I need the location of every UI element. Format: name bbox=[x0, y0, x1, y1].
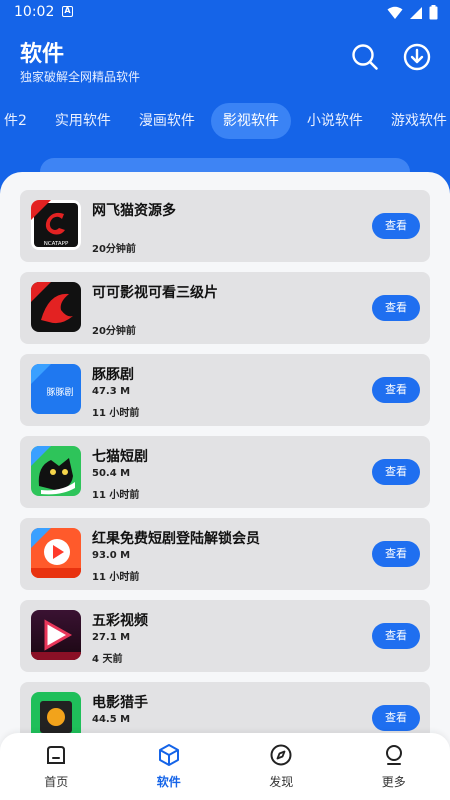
content-sheet: NCATAPP 网飞猫资源多 20分钟前 查看 可可影视可看三级片 20分钟前 查看 豚豚剧豚… bbox=[0, 172, 450, 800]
nav-label: 发现 bbox=[269, 775, 294, 789]
page-title: 软件 bbox=[20, 42, 65, 67]
app-updated-time: 20分钟前 bbox=[92, 326, 136, 337]
app-size: 93.0 M bbox=[92, 550, 131, 561]
status-time: 10:02 bbox=[14, 4, 55, 20]
tab-track: 件2实用软件漫画软件影视软件小说软件游戏软件科 bbox=[0, 102, 450, 140]
app-card[interactable]: NCATAPP 网飞猫资源多 20分钟前 查看 bbox=[20, 190, 430, 262]
app-header: 软件 独家破解全网精品软件 bbox=[0, 26, 450, 96]
app-name: 网飞猫资源多 bbox=[92, 203, 176, 219]
signal-icon bbox=[410, 6, 422, 19]
search-button[interactable] bbox=[350, 42, 380, 72]
wucai-app-icon bbox=[31, 610, 81, 660]
bottom-nav: 首页 软件 发现 更多 bbox=[0, 733, 450, 800]
person-icon bbox=[382, 743, 406, 767]
tab-2[interactable]: 漫画软件 bbox=[127, 103, 207, 139]
app-size: 27.1 M bbox=[92, 632, 131, 643]
view-button[interactable]: 查看 bbox=[372, 213, 420, 239]
app-updated-time: 4 天前 bbox=[92, 654, 123, 665]
nav-item-1[interactable]: 软件 bbox=[113, 733, 226, 800]
app-size: 50.4 M bbox=[92, 468, 131, 479]
page-subtitle: 独家破解全网精品软件 bbox=[20, 70, 141, 84]
nav-label: 更多 bbox=[381, 775, 406, 789]
tab-4[interactable]: 小说软件 bbox=[295, 103, 375, 139]
view-button[interactable]: 查看 bbox=[372, 377, 420, 403]
app-updated-time: 11 小时前 bbox=[92, 408, 140, 419]
app-card[interactable]: 豚豚剧 豚豚剧 47.3 M 11 小时前 查看 bbox=[20, 354, 430, 426]
category-tabs: 件2实用软件漫画软件影视软件小说软件游戏软件科 bbox=[0, 102, 450, 140]
app-list: NCATAPP 网飞猫资源多 20分钟前 查看 可可影视可看三级片 20分钟前 查看 豚豚剧豚… bbox=[20, 190, 430, 764]
keke-app-icon bbox=[31, 282, 81, 332]
nav-label: 首页 bbox=[44, 775, 69, 789]
nav-item-2[interactable]: 发现 bbox=[225, 733, 338, 800]
download-icon bbox=[403, 43, 431, 71]
svg-text:NCATAPP: NCATAPP bbox=[44, 241, 69, 247]
app-size: 47.3 M bbox=[92, 386, 131, 397]
app-name: 豚豚剧 bbox=[92, 367, 134, 383]
app-name: 红果免费短剧登陆解锁会员 bbox=[92, 531, 260, 547]
app-name: 五彩视频 bbox=[92, 613, 148, 629]
home-icon bbox=[44, 743, 68, 767]
app-name: 七猫短剧 bbox=[92, 449, 148, 465]
nav-item-0[interactable]: 首页 bbox=[0, 733, 113, 800]
hongguo-app-icon bbox=[31, 528, 81, 578]
tab-5[interactable]: 游戏软件 bbox=[379, 103, 450, 139]
status-bar: 10:02 A bbox=[0, 0, 450, 26]
nav-item-3[interactable]: 更多 bbox=[338, 733, 450, 800]
app-card[interactable]: 七猫短剧 50.4 M 11 小时前 查看 bbox=[20, 436, 430, 508]
app-card[interactable]: 可可影视可看三级片 20分钟前 查看 bbox=[20, 272, 430, 344]
app-name: 可可影视可看三级片 bbox=[92, 285, 218, 301]
view-button[interactable]: 查看 bbox=[372, 623, 420, 649]
tab-1[interactable]: 实用软件 bbox=[43, 103, 123, 139]
system-icons bbox=[387, 5, 438, 20]
svg-text:豚豚剧: 豚豚剧 bbox=[46, 387, 73, 398]
nav-label: 软件 bbox=[156, 775, 181, 789]
ncat-app-icon: NCATAPP bbox=[31, 200, 81, 250]
app-card[interactable]: 红果免费短剧登陆解锁会员 93.0 M 11 小时前 查看 bbox=[20, 518, 430, 590]
battery-icon bbox=[429, 5, 438, 20]
compass-icon bbox=[269, 743, 293, 767]
wifi-icon bbox=[387, 6, 403, 19]
app-name: 电影猎手 bbox=[92, 695, 148, 711]
tab-0[interactable]: 件2 bbox=[0, 103, 39, 139]
app-updated-time: 20分钟前 bbox=[92, 244, 136, 255]
view-button[interactable]: 查看 bbox=[372, 541, 420, 567]
view-button[interactable]: 查看 bbox=[372, 459, 420, 485]
tab-3[interactable]: 影视软件 bbox=[210, 103, 291, 139]
tuntun-app-icon: 豚豚剧 bbox=[31, 364, 81, 414]
view-button[interactable]: 查看 bbox=[372, 705, 420, 731]
qimao-app-icon bbox=[31, 446, 81, 496]
search-icon bbox=[352, 44, 378, 70]
app-size: 44.5 M bbox=[92, 714, 131, 725]
app-updated-time: 11 小时前 bbox=[92, 490, 140, 501]
cube-icon bbox=[157, 743, 181, 767]
app-updated-time: 11 小时前 bbox=[92, 572, 140, 583]
notification-icon: A bbox=[62, 6, 73, 17]
app-card[interactable]: 五彩视频 27.1 M 4 天前 查看 bbox=[20, 600, 430, 672]
view-button[interactable]: 查看 bbox=[372, 295, 420, 321]
download-button[interactable] bbox=[402, 42, 432, 72]
